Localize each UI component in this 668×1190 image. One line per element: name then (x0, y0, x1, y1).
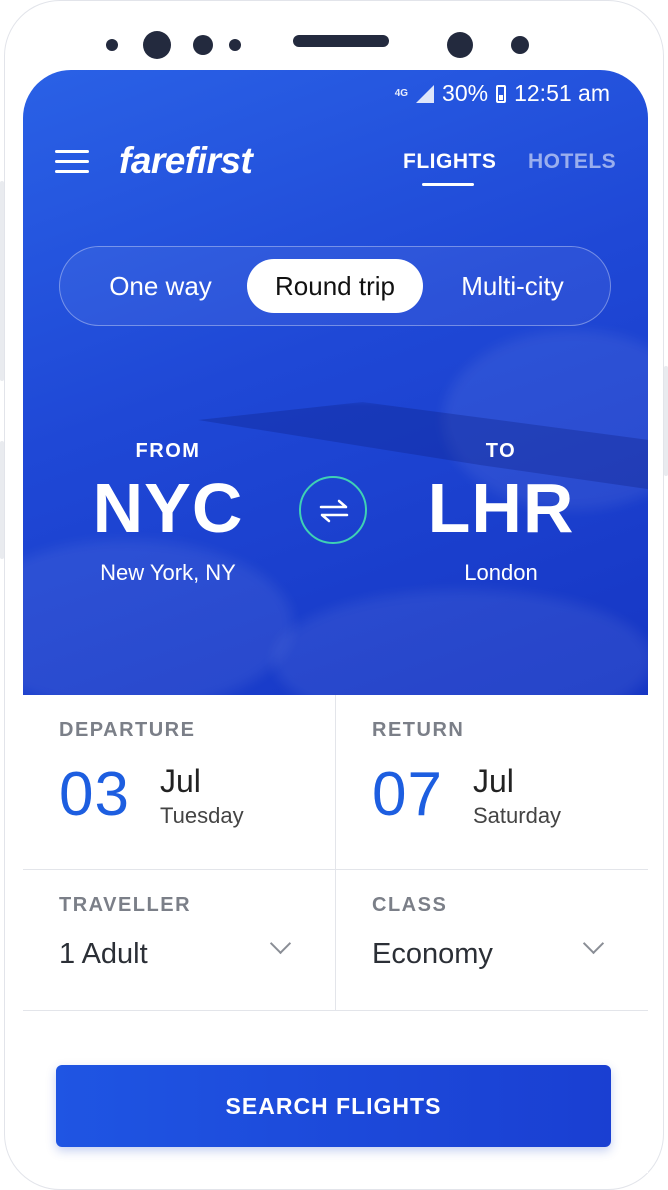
search-flights-button[interactable]: SEARCH FLIGHTS (56, 1065, 611, 1147)
departure-label: DEPARTURE (59, 719, 196, 741)
front-camera (143, 31, 171, 59)
departure-weekday: Tuesday (160, 803, 244, 828)
front-sensor (229, 39, 241, 51)
app-screen: 4G 30% 12:51 am farefirst FLIGHTS HOTELS… (23, 70, 648, 1173)
return-day: 07 (372, 760, 443, 829)
traveller-select[interactable]: TRAVELLER 1 Adult (23, 870, 335, 1010)
battery-percent: 30% (442, 80, 489, 106)
front-sensor (447, 32, 473, 58)
return-weekday: Saturday (473, 803, 562, 828)
departure-date-field[interactable]: DEPARTURE 03 Jul Tuesday (23, 695, 335, 869)
trip-type-round-trip[interactable]: Round trip (247, 259, 423, 313)
origin-city: New York, NY (100, 560, 236, 585)
swap-route-button[interactable] (299, 476, 367, 544)
network-indicator: 4G (394, 87, 409, 99)
destination-code[interactable]: LHR (401, 468, 601, 548)
class-label: CLASS (372, 894, 448, 916)
hamburger-icon[interactable] (55, 150, 89, 174)
tab-hotels[interactable]: HOTELS (528, 150, 616, 174)
grid-divider (23, 1010, 648, 1011)
background-cloud (273, 590, 648, 695)
front-sensor (511, 36, 529, 54)
active-tab-indicator (422, 183, 474, 186)
return-date-field[interactable]: RETURN 07 Jul Saturday (336, 695, 648, 869)
class-value: Economy (372, 938, 493, 970)
departure-month: Jul (160, 763, 201, 799)
return-label: RETURN (372, 719, 465, 741)
swap-arrows-icon (319, 499, 349, 523)
front-sensor (193, 35, 213, 55)
to-label: TO (485, 440, 517, 462)
traveller-label: TRAVELLER (59, 894, 192, 916)
hero-banner: 4G 30% 12:51 am farefirst FLIGHTS HOTELS… (23, 70, 648, 695)
trip-type-one-way[interactable]: One way (78, 247, 243, 325)
chevron-down-icon (582, 932, 605, 955)
trip-type-multi-city[interactable]: Multi-city (430, 247, 595, 325)
origin-code[interactable]: NYC (68, 468, 268, 548)
signal-icon (416, 84, 435, 103)
brand-logo[interactable]: farefirst (119, 140, 253, 182)
traveller-value: 1 Adult (59, 938, 148, 970)
class-select[interactable]: CLASS Economy (336, 870, 648, 1010)
earpiece-speaker (293, 35, 389, 47)
phone-side-button (664, 366, 668, 476)
phone-side-button (0, 181, 4, 381)
return-month: Jul (473, 763, 514, 799)
departure-day: 03 (59, 760, 130, 829)
tab-flights[interactable]: FLIGHTS (403, 150, 496, 174)
trip-type-toggle: One way Round trip Multi-city (59, 246, 611, 326)
phone-side-button (0, 441, 4, 559)
chevron-down-icon (269, 932, 292, 955)
status-bar: 4G 30% 12:51 am (395, 80, 610, 107)
battery-icon (496, 84, 507, 103)
clock: 12:51 am (514, 80, 610, 106)
front-sensor (106, 39, 118, 51)
destination-city: London (464, 560, 538, 585)
grid-divider (335, 695, 336, 1010)
from-label: FROM (135, 440, 201, 462)
